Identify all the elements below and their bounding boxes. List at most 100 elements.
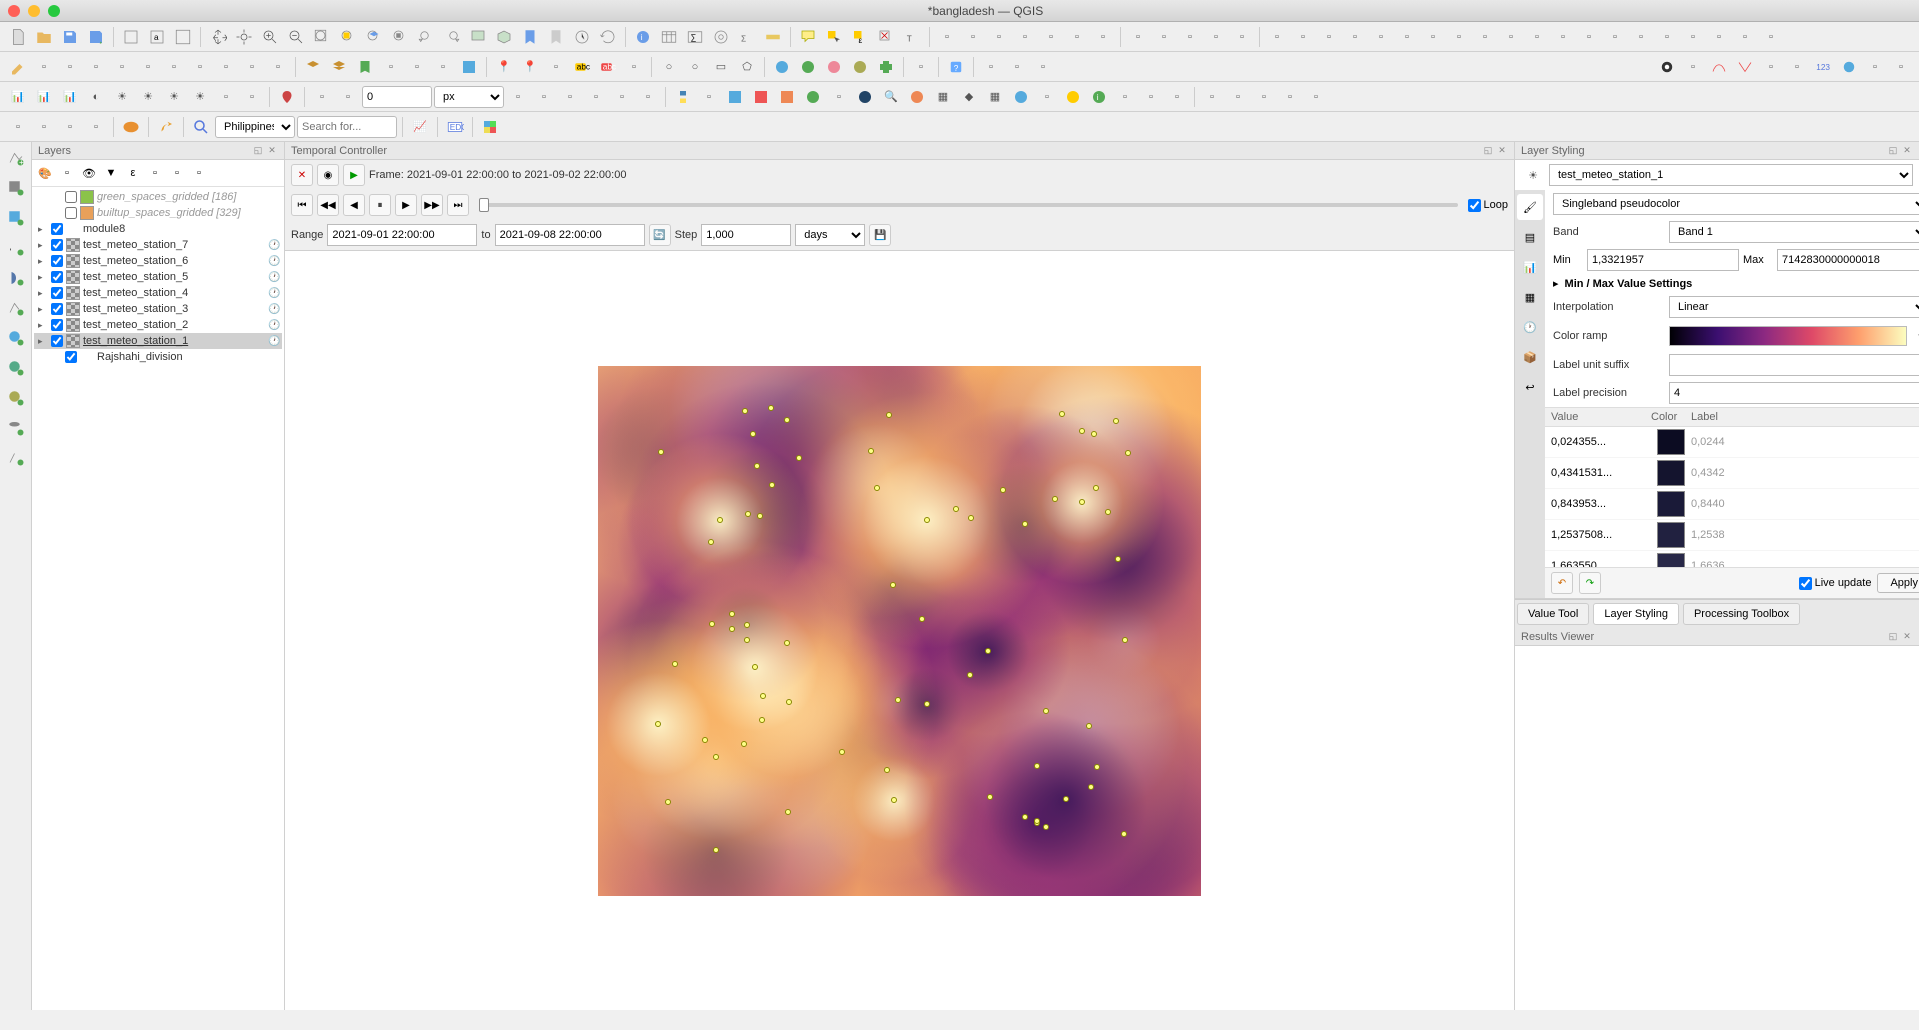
temporal-prev-button[interactable]: ◀◀ (317, 194, 339, 216)
label-tool-icon[interactable]: ▫ (935, 25, 959, 49)
redo-icon[interactable]: ▫ (266, 55, 290, 79)
highlight-icon[interactable]: ▫ (544, 55, 568, 79)
snap-intersect-icon[interactable]: ▫ (1785, 55, 1809, 79)
field-calculator-icon[interactable]: ∑ (683, 25, 707, 49)
brightness-icon[interactable]: ☀ (110, 85, 134, 109)
add-delimited-icon[interactable]: , (4, 236, 28, 260)
new-geopackage-icon[interactable] (301, 55, 325, 79)
add-raster-icon[interactable] (4, 176, 28, 200)
max-input[interactable] (1777, 249, 1919, 271)
topo-rules-icon[interactable]: ▫ (532, 85, 556, 109)
undo-icon[interactable]: ▫ (240, 55, 264, 79)
layer-remove-icon[interactable]: ▫ (189, 163, 209, 183)
layer-visibility-checkbox[interactable] (65, 191, 77, 203)
undo-style-button[interactable]: ↶ (1551, 572, 1573, 594)
styling-undock-icon[interactable]: ◱ (1887, 145, 1899, 157)
layer-visibility-checkbox[interactable] (51, 335, 63, 347)
save-as-icon[interactable] (84, 25, 108, 49)
mesh-tool-1-icon[interactable]: ▫ (1126, 25, 1150, 49)
measure-icon[interactable] (761, 25, 785, 49)
symbology-tab-icon[interactable]: 🖌 (1517, 194, 1543, 220)
open-table-icon[interactable] (657, 25, 681, 49)
plugin-openeo-icon[interactable]: ▫ (1139, 85, 1163, 109)
layer-item[interactable]: ▸test_meteo_station_2🕐 (34, 317, 282, 333)
new-3d-view-icon[interactable] (492, 25, 516, 49)
plugin-h-icon[interactable]: ▫ (827, 85, 851, 109)
color-row-swatch[interactable] (1657, 553, 1685, 567)
delete-part-icon[interactable]: ▫ (1525, 25, 1549, 49)
layer-item[interactable]: ▸test_meteo_station_1🕐 (34, 333, 282, 349)
print-layout-icon[interactable] (119, 25, 143, 49)
deselect-all-icon[interactable] (874, 25, 898, 49)
temporal-slider-handle[interactable] (479, 198, 489, 212)
mesh-tool-5-icon[interactable]: ▫ (1230, 25, 1254, 49)
mesh-tool-2-icon[interactable]: ▫ (1152, 25, 1176, 49)
history-tab-icon[interactable]: 🕐 (1517, 314, 1543, 340)
avoid-overlap-icon[interactable]: ▫ (1889, 55, 1913, 79)
snap-tolerance-input[interactable] (362, 86, 432, 108)
add-spatialite-icon[interactable] (4, 266, 28, 290)
layer-styling-tab[interactable]: Layer Styling (1593, 603, 1679, 625)
rendering-tab-icon[interactable]: ▦ (1517, 284, 1543, 310)
pan-icon[interactable] (206, 25, 230, 49)
layer-expand-icon[interactable]: ▸ (38, 272, 48, 283)
layer-visibility-checkbox[interactable] (65, 351, 77, 363)
plugin-l-icon[interactable]: ◆ (957, 85, 981, 109)
temporal-loop-checkbox[interactable] (1468, 199, 1481, 212)
trim-extend-icon[interactable]: ▫ (1759, 25, 1783, 49)
reset-tab-icon[interactable]: ↩ (1517, 374, 1543, 400)
mesh-tool-3-icon[interactable]: ▫ (1178, 25, 1202, 49)
layer-visibility-checkbox[interactable] (51, 319, 63, 331)
add-ring-icon[interactable]: ▫ (1421, 25, 1445, 49)
min-input[interactable] (1587, 249, 1739, 271)
digitize-curve-icon[interactable]: ▫ (84, 55, 108, 79)
node-tool-icon[interactable]: ▫ (610, 85, 634, 109)
reshape-icon[interactable]: ▫ (1551, 25, 1575, 49)
decrease-brightness-icon[interactable]: ▫ (240, 85, 264, 109)
georef-icon[interactable] (275, 85, 299, 109)
location-search-input[interactable] (297, 116, 397, 138)
layer-expression-icon[interactable]: ε (123, 163, 143, 183)
colormap-icon[interactable] (478, 115, 502, 139)
plugin-c-icon[interactable]: ▫ (1031, 55, 1055, 79)
processing-toolbox-tab[interactable]: Processing Toolbox (1683, 603, 1800, 625)
plugin-grid-icon[interactable]: ▦ (931, 85, 955, 109)
range-start-input[interactable] (327, 224, 477, 246)
unpin-icon[interactable]: 📍 (518, 55, 542, 79)
wfs-icon[interactable] (796, 55, 820, 79)
xyz-icon[interactable] (848, 55, 872, 79)
save-animation-button[interactable]: 💾 (869, 224, 891, 246)
temporal-stepback-button[interactable]: ◀ (343, 194, 365, 216)
zoom-next-icon[interactable] (440, 25, 464, 49)
layer-expand-icon[interactable]: ▸ (38, 304, 48, 315)
plugin-n-icon[interactable] (1009, 85, 1033, 109)
minmax-settings-label[interactable]: Min / Max Value Settings (1565, 278, 1693, 290)
plugin-d-icon[interactable] (723, 85, 747, 109)
label-3-icon[interactable]: ▫ (622, 55, 646, 79)
layer-visibility-checkbox[interactable] (51, 239, 63, 251)
layer-filter-icon[interactable]: ▼ (101, 163, 121, 183)
plugin-a-icon[interactable]: ▫ (979, 55, 1003, 79)
snap-vertex-icon[interactable]: ▫ (1681, 55, 1705, 79)
layers-close-icon[interactable]: ✕ (266, 145, 278, 157)
help-icon[interactable]: ? (944, 55, 968, 79)
world-icon[interactable] (119, 115, 143, 139)
toggle-editing-icon[interactable] (6, 55, 30, 79)
geom-check-icon[interactable]: ▫ (558, 85, 582, 109)
layer-item[interactable]: ▸test_meteo_station_4🕐 (34, 285, 282, 301)
plugin-k-icon[interactable] (905, 85, 929, 109)
rotate-feature-icon[interactable]: ▫ (1343, 25, 1367, 49)
raster-stats-icon[interactable]: 📊 (58, 85, 82, 109)
polygon-icon[interactable]: ⬠ (735, 55, 759, 79)
temporal-slider[interactable] (479, 203, 1458, 207)
rotate-label-icon[interactable]: ▫ (1039, 25, 1063, 49)
add-xyz-icon[interactable] (4, 386, 28, 410)
plugin-m-icon[interactable]: ▦ (983, 85, 1007, 109)
toolbox-icon[interactable] (709, 25, 733, 49)
processing-results-icon[interactable]: ▫ (1226, 85, 1250, 109)
plugin-o-icon[interactable] (1061, 85, 1085, 109)
open-project-icon[interactable] (32, 25, 56, 49)
refresh-icon[interactable] (596, 25, 620, 49)
text-annotation-icon[interactable]: T (900, 25, 924, 49)
layer-item[interactable]: ▸module8 (34, 221, 282, 237)
